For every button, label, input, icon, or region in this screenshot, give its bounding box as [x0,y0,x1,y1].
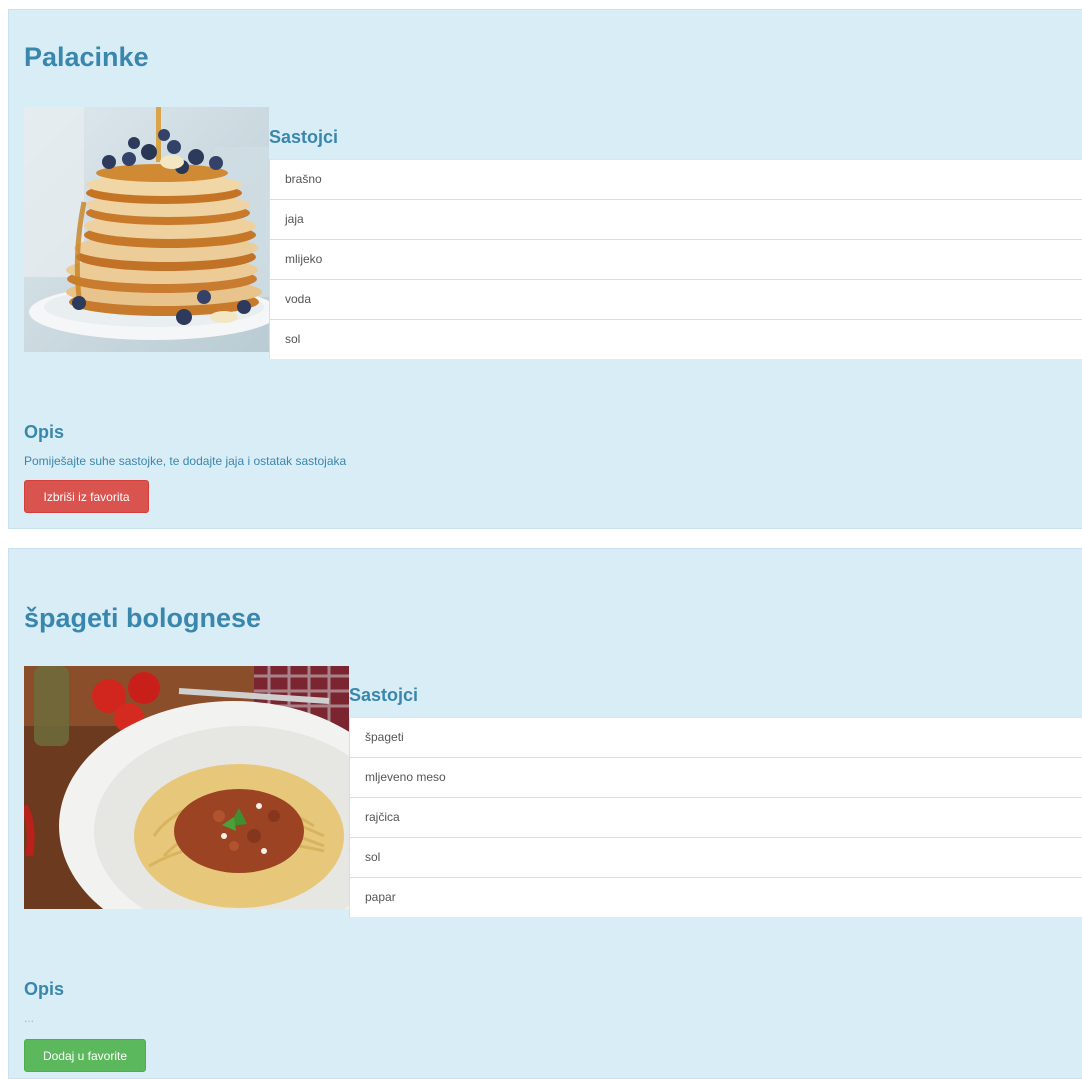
list-item: papar [349,877,1082,917]
recipe-card: Palacinke Sastojci brašno jaja mlijeko v… [8,9,1082,529]
list-item: rajčica [349,797,1082,837]
list-item: sol [269,319,1082,359]
list-item: špageti [349,717,1082,757]
list-item: sol [349,837,1082,877]
list-item: jaja [269,199,1082,239]
remove-favorite-button[interactable]: Izbriši iz favorita [24,480,149,513]
add-favorite-button[interactable]: Dodaj u favorite [24,1039,146,1072]
recipe-photo-pancakes [24,107,269,352]
description-text: ... [24,1011,35,1025]
list-item: brašno [269,159,1082,199]
list-item: voda [269,279,1082,319]
description-heading: Opis [24,979,65,999]
ingredients-list: brašno jaja mlijeko voda sol [269,159,1082,359]
ingredients-heading: Sastojci [349,685,419,705]
description-text: Pomiješajte suhe sastojke, te dodajte ja… [24,454,347,468]
list-item: mljeveno meso [349,757,1082,797]
recipe-card: špageti bolognese Sastojci špageti mljev… [8,548,1082,1079]
recipe-photo-spaghetti [24,666,349,909]
ingredients-heading: Sastojci [269,127,339,147]
description-heading: Opis [24,422,65,442]
list-item: mlijeko [269,239,1082,279]
recipe-title: špageti bolognese [24,603,262,633]
ingredients-list: špageti mljeveno meso rajčica sol papar [349,717,1082,917]
recipe-title: Palacinke [24,42,149,72]
